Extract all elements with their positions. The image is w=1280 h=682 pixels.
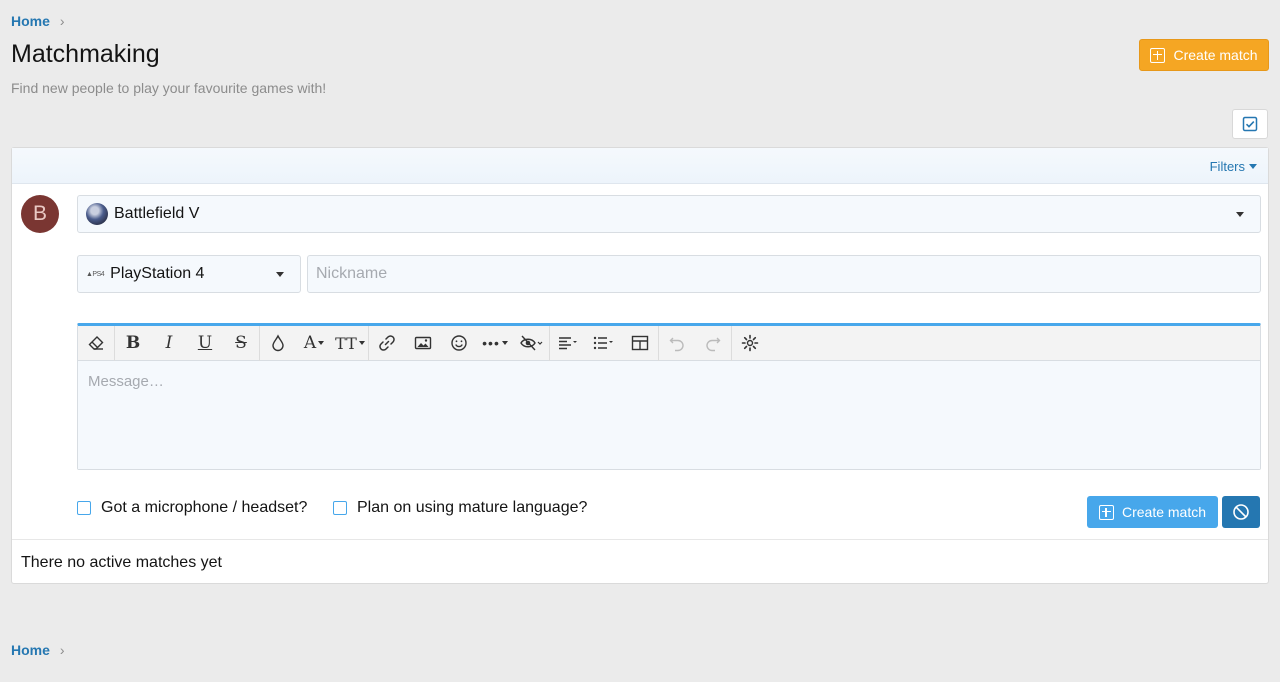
plus-square-icon [1098, 504, 1114, 520]
filters-dropdown[interactable]: Filters [1210, 159, 1257, 174]
chevron-right-icon: › [59, 642, 65, 658]
breadcrumb-top: Home › [11, 13, 65, 29]
create-match-submit-label: Create match [1121, 504, 1207, 520]
redo-icon[interactable] [695, 326, 731, 361]
platform-select[interactable]: ▲PS4 PlayStation 4 [77, 255, 301, 293]
undo-icon[interactable] [659, 326, 695, 361]
link-icon[interactable] [369, 326, 405, 361]
italic-icon[interactable]: I [151, 326, 187, 361]
caret-down-icon [1236, 212, 1244, 217]
list-icon[interactable] [586, 326, 622, 361]
caret-down-icon [276, 272, 284, 277]
avatar[interactable]: B [21, 195, 59, 233]
playstation-icon: ▲PS4 [86, 270, 105, 278]
mature-language-checkbox-label: Plan on using mature language? [357, 499, 588, 516]
eraser-icon[interactable] [78, 326, 114, 361]
cancel-button[interactable] [1222, 496, 1260, 528]
breadcrumb-bottom: Home › [11, 642, 65, 658]
microphone-checkbox[interactable]: Got a microphone / headset? [77, 499, 307, 517]
divider [12, 539, 1268, 540]
hide-icon[interactable] [513, 326, 549, 361]
page-title: Matchmaking [11, 40, 160, 68]
ban-icon [1233, 504, 1249, 520]
mature-language-checkbox[interactable]: Plan on using mature language? [333, 499, 587, 517]
breadcrumb-home-link[interactable]: Home [11, 642, 50, 658]
checkbox-box[interactable] [77, 501, 91, 515]
font-family-icon[interactable]: A [296, 326, 332, 361]
underline-icon[interactable]: U [187, 326, 223, 361]
chevron-right-icon: › [59, 13, 65, 29]
more-icon[interactable]: ••• [477, 326, 513, 361]
checkbox-checked-icon [1242, 116, 1258, 132]
settings-icon[interactable] [732, 326, 768, 361]
bold-icon[interactable]: B [115, 326, 151, 361]
message-editor: B I U S A TT ••• [77, 323, 1261, 470]
smiley-icon[interactable] [441, 326, 477, 361]
matchmaking-block: Filters B Battlefield V ▲PS4 PlayStation… [11, 147, 1269, 584]
plus-square-icon [1150, 47, 1166, 63]
game-select[interactable]: Battlefield V [77, 195, 1261, 233]
editor-toolbar: B I U S A TT ••• [78, 325, 1260, 361]
checkbox-box[interactable] [333, 501, 347, 515]
align-icon[interactable] [550, 326, 586, 361]
page-description: Find new people to play your favourite g… [11, 80, 327, 96]
message-textarea[interactable] [78, 361, 1260, 469]
color-drop-icon[interactable] [260, 326, 296, 361]
breadcrumb-home-link[interactable]: Home [11, 13, 50, 29]
filters-label: Filters [1209, 159, 1245, 174]
microphone-checkbox-label: Got a microphone / headset? [101, 499, 308, 516]
select-toggle-button[interactable] [1232, 109, 1268, 139]
table-icon[interactable] [622, 326, 658, 361]
nickname-input[interactable] [307, 255, 1261, 293]
create-match-top-button[interactable]: Create match [1139, 39, 1269, 71]
no-matches-message: There no active matches yet [21, 554, 222, 571]
image-icon[interactable] [405, 326, 441, 361]
game-thumbnail-icon [86, 203, 108, 225]
platform-select-value: PlayStation 4 [110, 265, 205, 282]
create-match-top-label: Create match [1173, 47, 1258, 63]
strikethrough-icon[interactable]: S [223, 326, 259, 361]
game-select-value: Battlefield V [114, 205, 200, 222]
filter-bar: Filters [12, 148, 1268, 184]
font-size-icon[interactable]: TT [332, 326, 368, 361]
caret-down-icon [1249, 164, 1257, 169]
create-match-submit-button[interactable]: Create match [1087, 496, 1218, 528]
